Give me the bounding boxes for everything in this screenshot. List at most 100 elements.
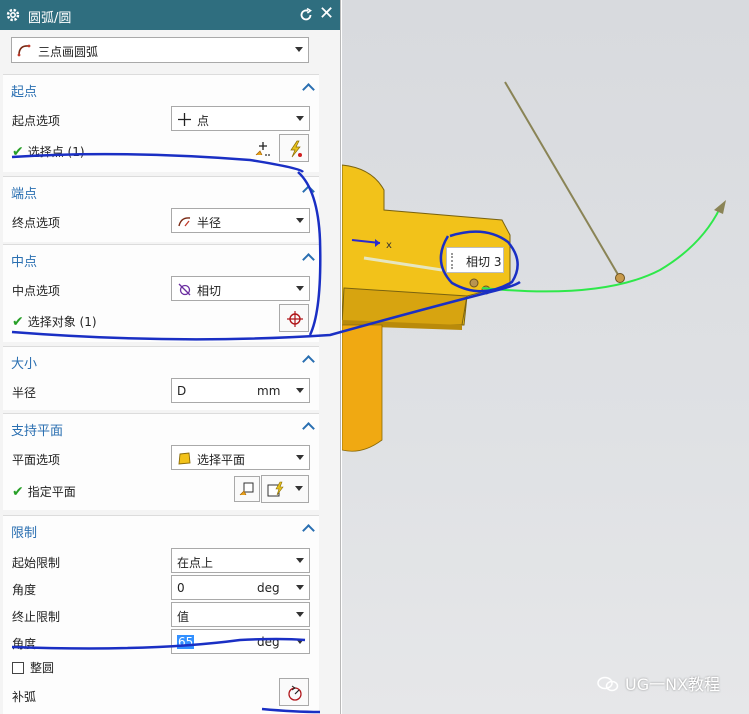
- end-limit-select[interactable]: 值: [171, 602, 310, 627]
- size-group: 大小 半径 D mm: [3, 346, 319, 410]
- chevron-down-icon: [296, 557, 304, 563]
- start-limit-value: 在点上: [177, 556, 214, 570]
- checkmark-icon: ✔: [12, 484, 24, 500]
- start-angle-unit: deg: [257, 581, 280, 595]
- plane-option-label: 平面选项: [12, 453, 61, 467]
- gear-icon[interactable]: [5, 7, 21, 23]
- start-option-select[interactable]: 点: [171, 106, 310, 131]
- plane-option-select[interactable]: 选择平面: [171, 445, 310, 470]
- axis-marker: x: [386, 240, 392, 251]
- collapse-chevron-icon[interactable]: [302, 422, 315, 435]
- plane-icon: [178, 452, 191, 465]
- tooltip-text: 相切 3: [466, 255, 502, 269]
- arc-end-arrow[interactable]: [714, 200, 726, 214]
- end-point-group: 端点 终点选项 半径: [3, 176, 319, 242]
- start-angle-label: 角度: [12, 583, 37, 597]
- collapse-chevron-icon[interactable]: [302, 355, 315, 368]
- end-option-select[interactable]: 半径: [171, 208, 310, 233]
- end-angle-value: 65: [177, 635, 195, 649]
- support-plane-header[interactable]: 支持平面: [11, 420, 63, 439]
- specify-plane-row[interactable]: ✔ 指定平面: [12, 483, 76, 500]
- collapse-chevron-icon[interactable]: [302, 524, 315, 537]
- complement-arc-button[interactable]: [279, 678, 309, 706]
- start-limit-label: 起始限制: [12, 556, 61, 570]
- chevron-down-icon: [296, 584, 304, 590]
- close-icon[interactable]: ✕: [319, 4, 334, 24]
- point-dialog-icon: [255, 142, 270, 156]
- collapse-chevron-icon[interactable]: [302, 83, 315, 96]
- graphics-viewport[interactable]: x: [342, 0, 749, 714]
- end-option-label: 终点选项: [12, 216, 61, 230]
- plane-dialog-icon: [239, 482, 254, 496]
- chevron-down-icon: [296, 115, 304, 121]
- checkmark-icon: ✔: [12, 144, 24, 160]
- radius-line: [504, 81, 621, 279]
- mid-point-group: 中点 中点选项 相切 ✔ 选择对象 (1): [3, 244, 319, 342]
- specify-plane-text: 指定平面: [27, 485, 76, 499]
- three-point-arc-icon: [17, 44, 31, 57]
- checkmark-icon: ✔: [12, 314, 24, 330]
- mid-option-select[interactable]: 相切: [171, 276, 310, 301]
- end-angle-label: 角度: [12, 637, 37, 651]
- tangent-icon: [178, 283, 191, 296]
- chevron-down-icon: [296, 611, 304, 617]
- point-dialog-button[interactable]: [250, 136, 276, 162]
- start-limit-select[interactable]: 在点上: [171, 548, 310, 573]
- complement-label: 补弧: [12, 690, 37, 704]
- dialog-title: 圆弧/圆: [28, 11, 72, 26]
- start-option-value: 点: [197, 114, 210, 128]
- size-header[interactable]: 大小: [11, 353, 37, 372]
- dialog-titlebar: 圆弧/圆 ✕: [0, 0, 340, 30]
- chevron-down-icon: [296, 217, 304, 223]
- cylinder: [342, 324, 383, 452]
- radius-input[interactable]: D mm: [171, 378, 310, 403]
- plane-lightning-icon: [267, 481, 284, 497]
- full-circle-checkbox[interactable]: [12, 662, 24, 674]
- end-point-header[interactable]: 端点: [11, 183, 37, 202]
- plane-option-value: 选择平面: [197, 453, 246, 467]
- inferred-point-button[interactable]: [279, 134, 309, 162]
- crosshair-select-button[interactable]: [279, 304, 309, 332]
- end-angle-unit: deg: [257, 635, 280, 649]
- full-circle-row[interactable]: 整圆: [12, 659, 54, 676]
- start-angle-input[interactable]: 0 deg: [171, 575, 310, 600]
- chevron-down-icon: [296, 387, 304, 393]
- mid-option-label: 中点选项: [12, 284, 61, 298]
- select-point-row[interactable]: ✔ 选择点 (1): [12, 143, 85, 160]
- mid-point-header[interactable]: 中点: [11, 251, 37, 270]
- model-scene: x: [342, 81, 726, 452]
- watermark-text: UG一NX教程: [625, 675, 721, 694]
- preview-arc[interactable]: [481, 207, 721, 293]
- end-angle-input[interactable]: 65 deg: [171, 629, 310, 654]
- end-option-value: 半径: [197, 216, 222, 230]
- arc-type-select[interactable]: 三点画圆弧: [11, 37, 309, 63]
- limits-group: 限制 起始限制 在点上 角度 0 deg 终止限制 值 角度 65 deg 整圆…: [3, 515, 319, 714]
- support-plane-group: 支持平面 平面选项 选择平面 ✔ 指定平面: [3, 413, 319, 510]
- tangent-point-marker[interactable]: [469, 278, 479, 288]
- collapse-chevron-icon[interactable]: [302, 185, 315, 198]
- lightning-icon: [290, 140, 302, 158]
- chevron-down-icon: [295, 486, 303, 491]
- reset-icon[interactable]: [298, 7, 314, 23]
- plane-dialog-button[interactable]: [234, 476, 260, 502]
- end-limit-value: 值: [177, 610, 190, 624]
- arc-circle-dialog: 圆弧/圆 ✕ 三点画圆弧 起点 起点选项 点 ✔ 选择点 (1) 端点 终点选项…: [0, 0, 341, 714]
- chevron-down-icon: [296, 638, 304, 644]
- center-point[interactable]: [615, 273, 625, 283]
- select-object-row[interactable]: ✔ 选择对象 (1): [12, 313, 97, 330]
- radius-unit: mm: [257, 384, 281, 398]
- inferred-plane-button[interactable]: [261, 475, 309, 503]
- plus-point-icon: [178, 113, 191, 126]
- start-option-label: 起点选项: [12, 114, 61, 128]
- start-angle-value: 0: [177, 581, 185, 595]
- collapse-chevron-icon[interactable]: [302, 253, 315, 266]
- arc-type-value: 三点画圆弧: [38, 45, 99, 59]
- start-point-header[interactable]: 起点: [11, 81, 37, 100]
- watermark: UG一NX教程: [597, 671, 720, 695]
- chevron-down-icon: [296, 454, 304, 460]
- select-object-text: 选择对象 (1): [27, 315, 97, 329]
- limits-header[interactable]: 限制: [11, 522, 37, 541]
- complement-arc-icon: [288, 685, 302, 701]
- chevron-down-icon: [295, 47, 303, 52]
- start-point-group: 起点 起点选项 点 ✔ 选择点 (1): [3, 74, 319, 172]
